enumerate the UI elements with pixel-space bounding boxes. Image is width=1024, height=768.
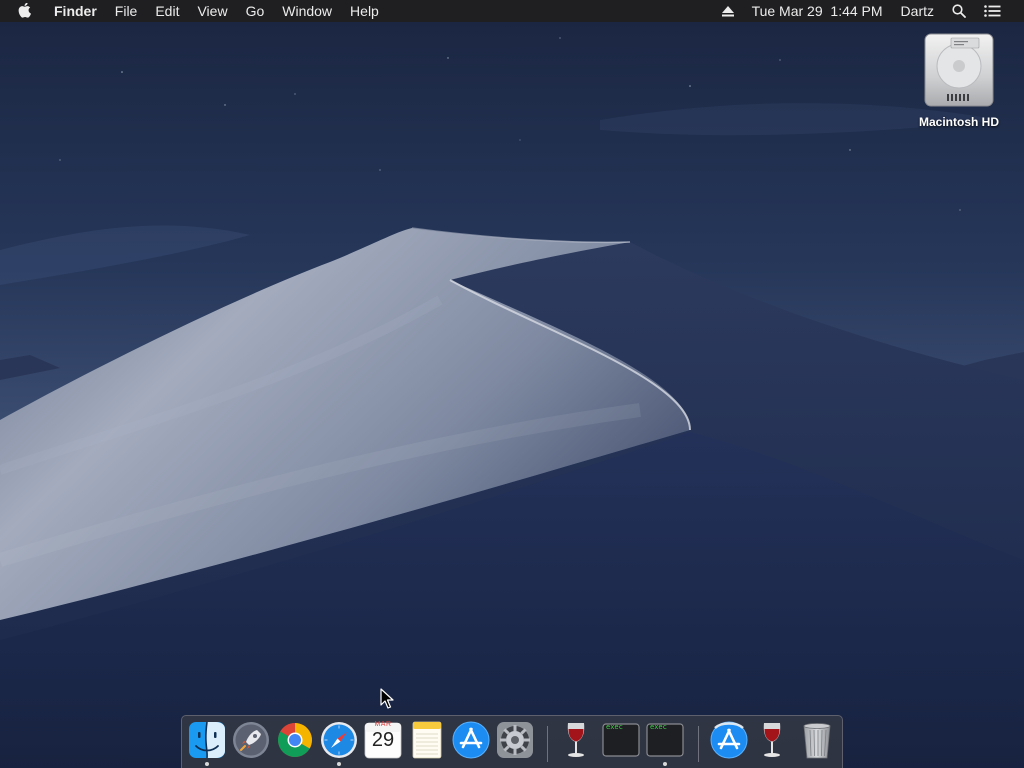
dock-item-trash[interactable] bbox=[797, 720, 837, 760]
hard-drive-icon bbox=[924, 33, 994, 107]
notes-icon bbox=[412, 721, 442, 759]
dock-item-exec-2[interactable]: exec bbox=[645, 720, 685, 760]
apple-logo-icon bbox=[18, 3, 31, 18]
chrome-icon bbox=[278, 723, 312, 757]
dock-item-notes[interactable] bbox=[407, 720, 447, 760]
desktop-wallpaper bbox=[0, 0, 1024, 768]
fast-user-switching-menu[interactable]: Dartz bbox=[892, 0, 943, 22]
spotlight-search-icon bbox=[952, 4, 966, 18]
dock-item-wine[interactable] bbox=[557, 720, 597, 760]
menu-file[interactable]: File bbox=[106, 0, 147, 22]
menu-help[interactable]: Help bbox=[341, 0, 388, 22]
dock-separator bbox=[547, 726, 548, 762]
menu-view[interactable]: View bbox=[188, 0, 236, 22]
dock-item-chrome[interactable] bbox=[275, 720, 315, 760]
menu-go[interactable]: Go bbox=[237, 0, 274, 22]
launchpad-icon bbox=[233, 722, 269, 758]
dock-item-system-preferences[interactable] bbox=[495, 720, 535, 760]
spotlight-button[interactable] bbox=[943, 0, 975, 22]
dock-item-app-store-stack[interactable] bbox=[709, 720, 749, 760]
menu-edit[interactable]: Edit bbox=[146, 0, 188, 22]
notification-center-icon bbox=[984, 5, 1001, 17]
desktop-icon-macintosh-hd[interactable]: Macintosh HD bbox=[906, 30, 1012, 131]
eject-menu-extra[interactable] bbox=[713, 0, 743, 22]
desktop-icon-label: Macintosh HD bbox=[918, 115, 999, 129]
running-indicator-safari bbox=[337, 762, 341, 766]
running-indicator-exec bbox=[663, 762, 667, 766]
menu-window[interactable]: Window bbox=[273, 0, 341, 22]
notification-center-button[interactable] bbox=[975, 0, 1010, 22]
menu-bar-status-area: Tue Mar 29 1:44 PM Dartz bbox=[713, 0, 1024, 22]
dock-separator bbox=[698, 726, 699, 762]
system-preferences-icon bbox=[497, 722, 533, 758]
app-store-icon bbox=[710, 721, 748, 759]
eject-icon bbox=[721, 5, 734, 16]
menu-bar: Finder File Edit View Go Window Help Tue… bbox=[0, 0, 1024, 22]
dock-item-safari[interactable] bbox=[319, 720, 359, 760]
exec-label: exec bbox=[650, 723, 667, 731]
dock-item-finder[interactable] bbox=[187, 720, 227, 760]
calendar-day: 29 bbox=[371, 729, 395, 751]
dock-item-wine-stack[interactable] bbox=[753, 720, 793, 760]
dock-item-calendar[interactable]: MAR 29 bbox=[363, 720, 403, 760]
dock-item-exec[interactable]: exec bbox=[601, 720, 641, 760]
app-store-icon bbox=[452, 721, 490, 759]
desktop[interactable]: Finder File Edit View Go Window Help Tue… bbox=[0, 0, 1024, 768]
menu-app-finder[interactable]: Finder bbox=[45, 0, 106, 22]
dock-item-launchpad[interactable] bbox=[231, 720, 271, 760]
mouse-pointer-icon bbox=[380, 688, 394, 709]
calendar-month: MAR bbox=[374, 721, 392, 728]
exec-label: exec bbox=[606, 723, 623, 731]
dock: MAR 29 exec exec bbox=[181, 715, 843, 768]
wine-glass-icon bbox=[763, 723, 781, 757]
menu-bar-clock[interactable]: Tue Mar 29 1:44 PM bbox=[743, 0, 892, 22]
safari-icon bbox=[321, 722, 357, 758]
running-indicator-finder bbox=[205, 762, 209, 766]
finder-icon bbox=[189, 721, 225, 759]
dock-item-app-store[interactable] bbox=[451, 720, 491, 760]
wine-glass-icon bbox=[567, 723, 585, 757]
apple-menu[interactable] bbox=[0, 0, 45, 22]
trash-icon bbox=[803, 723, 831, 759]
